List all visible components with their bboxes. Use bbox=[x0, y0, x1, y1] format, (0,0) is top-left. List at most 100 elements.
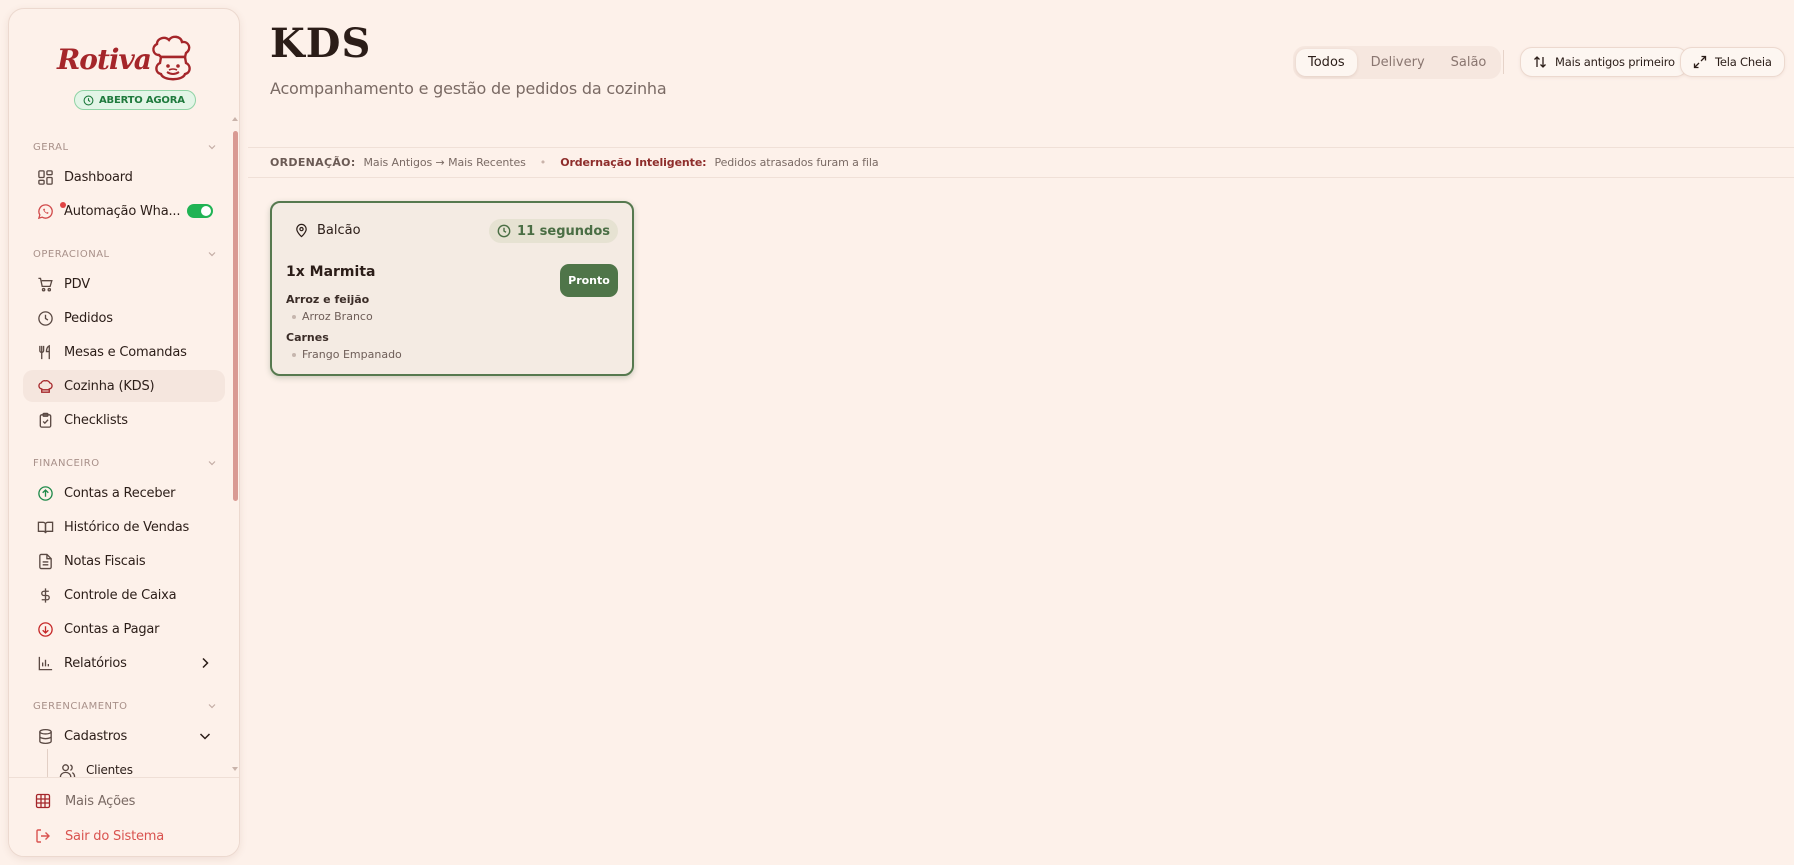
chevron-down-icon bbox=[208, 252, 216, 257]
order-location: Balcão bbox=[294, 223, 361, 238]
option-item: Frango Empanado bbox=[292, 348, 402, 361]
section-geral[interactable]: GERAL bbox=[33, 139, 217, 155]
option-item: Arroz Branco bbox=[292, 310, 373, 323]
ordering-value: Mais Antigos → Mais Recentes bbox=[363, 156, 526, 169]
section-gerenciamento[interactable]: GERENCIAMENTO bbox=[33, 698, 217, 714]
clock-icon bbox=[83, 95, 94, 105]
section-operacional-label: OPERACIONAL bbox=[33, 248, 110, 260]
bullet-icon bbox=[292, 352, 296, 357]
dollar-icon bbox=[41, 587, 50, 603]
dashboard-icon bbox=[38, 169, 53, 185]
sidebar-footer: Mais Ações Sair do Sistema bbox=[9, 777, 239, 856]
main-content: KDS Acompanhamento e gestão de pedidos d… bbox=[248, 0, 1794, 865]
cart-icon bbox=[38, 277, 53, 291]
option-group-name: Carnes bbox=[286, 331, 329, 344]
sidebar-item-notas[interactable]: Notas Fiscais bbox=[23, 545, 225, 577]
brand: Rotiva ABERTO AGORA bbox=[9, 25, 239, 115]
section-operacional[interactable]: OPERACIONAL bbox=[33, 246, 217, 262]
map-pin-icon bbox=[296, 223, 307, 238]
sidebar-item-whatsapp[interactable]: Automação Wha... bbox=[23, 195, 225, 227]
option-item-label: Frango Empanado bbox=[302, 348, 402, 361]
book-open-icon bbox=[37, 521, 54, 533]
page-title: KDS bbox=[270, 20, 372, 67]
order-type-filter: Todos Delivery Salão bbox=[1293, 46, 1502, 79]
sidebar-item-dashboard[interactable]: Dashboard bbox=[23, 161, 225, 193]
sidebar-item-label: Contas a Pagar bbox=[64, 621, 160, 637]
grid-icon bbox=[35, 793, 51, 809]
whatsapp-automation-toggle[interactable] bbox=[187, 204, 213, 218]
filter-salao[interactable]: Salão bbox=[1439, 49, 1499, 76]
whatsapp-icon bbox=[37, 203, 53, 219]
sidebar-item-label: Pedidos bbox=[64, 310, 113, 326]
sidebar-item-contas-receber[interactable]: Contas a Receber bbox=[23, 477, 225, 509]
sidebar-item-historico[interactable]: Histórico de Vendas bbox=[23, 511, 225, 543]
chef-mascot-icon bbox=[152, 35, 191, 81]
logout-label: Sair do Sistema bbox=[65, 828, 165, 844]
database-icon bbox=[39, 728, 52, 744]
sidebar-item-label: Histórico de Vendas bbox=[64, 519, 190, 535]
sidebar-item-caixa[interactable]: Controle de Caixa bbox=[23, 579, 225, 611]
sort-button[interactable]: Mais antigos primeiro bbox=[1520, 47, 1688, 77]
chevron-down-icon bbox=[208, 461, 216, 466]
sidebar-item-pdv[interactable]: PDV bbox=[23, 268, 225, 300]
more-actions-button[interactable]: Mais Ações bbox=[23, 786, 225, 816]
sidebar-item-relatorios[interactable]: Relatórios bbox=[23, 647, 225, 679]
brand-name: Rotiva bbox=[57, 43, 152, 76]
clipboard-check-icon bbox=[39, 412, 52, 428]
sidebar-nav: GERAL Dashboard Automação Wha... OPERACI… bbox=[9, 121, 239, 777]
sidebar-item-label: Cadastros bbox=[64, 728, 128, 744]
sidebar-item-label: Mesas e Comandas bbox=[64, 344, 187, 360]
bar-chart-icon bbox=[38, 656, 53, 670]
sidebar-item-contas-pagar[interactable]: Contas a Pagar bbox=[23, 613, 225, 645]
chevron-down-icon bbox=[208, 145, 216, 150]
sidebar-item-checklists[interactable]: Checklists bbox=[23, 404, 225, 436]
sidebar-item-label: Dashboard bbox=[64, 169, 133, 185]
logout-button[interactable]: Sair do Sistema bbox=[23, 821, 225, 851]
chevron-down-icon bbox=[199, 733, 211, 740]
sidebar-item-cadastros[interactable]: Cadastros bbox=[23, 720, 225, 752]
sidebar-item-label: PDV bbox=[64, 276, 90, 292]
sidebar-item-label: Controle de Caixa bbox=[64, 587, 177, 603]
notification-dot bbox=[60, 202, 66, 208]
sidebar-item-clientes[interactable]: Clientes bbox=[45, 754, 225, 777]
sidebar-item-cozinha[interactable]: Cozinha (KDS) bbox=[23, 370, 225, 402]
sidebar-item-mesas[interactable]: Mesas e Comandas bbox=[23, 336, 225, 368]
sort-button-label: Mais antigos primeiro bbox=[1555, 55, 1675, 69]
order-card[interactable]: Balcão 11 segundos 1x Marmita Pronto Arr… bbox=[270, 201, 634, 376]
sidebar: Rotiva ABERTO AGORA GERAL Dashboard Auto… bbox=[8, 8, 240, 857]
section-financeiro-label: FINANCEIRO bbox=[33, 457, 100, 469]
chevron-down-icon bbox=[208, 704, 216, 709]
arrow-up-circle-icon bbox=[38, 485, 53, 501]
sidebar-item-label: Checklists bbox=[64, 412, 128, 428]
arrow-down-circle-icon bbox=[38, 621, 53, 637]
sidebar-item-label: Notas Fiscais bbox=[64, 553, 146, 569]
sort-arrows-icon bbox=[1534, 56, 1546, 68]
expand-icon bbox=[1693, 55, 1707, 69]
separator-dot: • bbox=[539, 156, 547, 169]
sidebar-item-label: Cozinha (KDS) bbox=[64, 378, 155, 394]
more-actions-label: Mais Ações bbox=[65, 793, 136, 809]
ordering-label: ORDENAÇÃO: bbox=[270, 156, 356, 169]
sidebar-item-pedidos[interactable]: Pedidos bbox=[23, 302, 225, 334]
order-location-label: Balcão bbox=[317, 223, 361, 238]
order-item-name: 1x Marmita bbox=[286, 264, 376, 280]
sidebar-item-label: Automação Wha... bbox=[64, 203, 181, 219]
fullscreen-button[interactable]: Tela Cheia bbox=[1680, 47, 1785, 77]
order-elapsed: 11 segundos bbox=[517, 223, 610, 239]
order-timer: 11 segundos bbox=[489, 219, 618, 243]
sidebar-item-label: Relatórios bbox=[64, 655, 127, 671]
sidebar-item-label: Clientes bbox=[86, 763, 133, 777]
filter-delivery[interactable]: Delivery bbox=[1359, 49, 1437, 76]
ordering-info-bar: ORDENAÇÃO: Mais Antigos → Mais Recentes … bbox=[248, 147, 1794, 178]
fullscreen-button-label: Tela Cheia bbox=[1715, 55, 1772, 69]
option-item-label: Arroz Branco bbox=[302, 310, 373, 323]
brand-logo[interactable]: Rotiva bbox=[57, 33, 205, 89]
sidebar-item-label: Contas a Receber bbox=[64, 485, 176, 501]
bullet-icon bbox=[292, 314, 296, 319]
section-financeiro[interactable]: FINANCEIRO bbox=[33, 455, 217, 471]
filter-todos[interactable]: Todos bbox=[1296, 49, 1357, 76]
clock-icon bbox=[497, 224, 511, 238]
ready-button[interactable]: Pronto bbox=[560, 264, 618, 297]
section-geral-label: GERAL bbox=[33, 141, 69, 153]
clock-icon bbox=[38, 310, 53, 326]
